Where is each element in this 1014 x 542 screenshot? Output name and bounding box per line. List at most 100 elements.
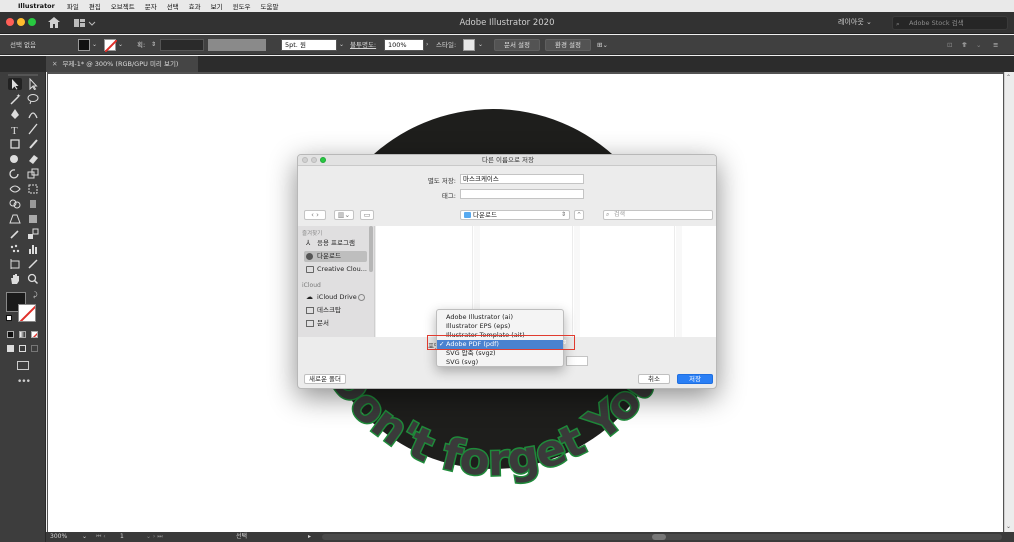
gradient-tool-icon[interactable] (26, 213, 40, 225)
line-segment-tool-icon[interactable] (26, 123, 40, 135)
direct-selection-tool-icon[interactable] (26, 77, 40, 91)
zoom-tool-icon[interactable] (26, 273, 40, 285)
menu-app-name[interactable]: Illustrator (18, 2, 55, 10)
curvature-tool-icon[interactable] (26, 108, 40, 120)
chevron-down-icon[interactable]: ⌄ (82, 532, 87, 542)
width-tool-icon[interactable] (8, 183, 22, 195)
gradient-mode-icon[interactable] (19, 331, 26, 338)
next-artboard-icon[interactable]: ⌄ › ⏭ (146, 532, 163, 542)
stepper-icon[interactable]: ⇕ (151, 39, 156, 51)
sidebar-item-documents[interactable]: 문서 (304, 318, 367, 329)
format-option-svg[interactable]: SVG (svg) (437, 358, 563, 367)
menu-file[interactable]: 파일 (67, 1, 79, 11)
edit-toolbar-icon[interactable]: ••• (17, 377, 31, 387)
color-mode-icon[interactable] (7, 331, 14, 338)
live-paint-tool-icon[interactable] (26, 198, 40, 210)
shaper-tool-icon[interactable] (8, 153, 22, 165)
magic-wand-tool-icon[interactable]: ✦ (8, 93, 22, 105)
draw-inside-icon[interactable] (31, 345, 38, 352)
format-option-ai[interactable]: Adobe Illustrator (ai) (437, 313, 563, 322)
menu-select[interactable]: 선택 (167, 1, 179, 11)
horizontal-scrollbar[interactable] (322, 534, 1002, 540)
column-resize-handle[interactable] (574, 226, 580, 337)
shape-builder-tool-icon[interactable] (8, 198, 22, 210)
scroll-down-arrow-icon[interactable]: ⌄ (1006, 523, 1011, 530)
none-mode-icon[interactable] (31, 331, 38, 338)
pen-tool-icon[interactable] (8, 108, 22, 120)
menu-type[interactable]: 문자 (145, 1, 157, 11)
eraser-tool-icon[interactable] (26, 153, 40, 165)
dialog-minimize-button[interactable] (311, 157, 317, 163)
panel-menu-icon[interactable]: ≡ (993, 39, 998, 51)
swap-fill-stroke-icon[interactable]: ⤸ (33, 291, 37, 300)
column-resize-handle[interactable] (676, 226, 682, 337)
location-select[interactable]: 다운로드 ⇕ (460, 210, 570, 220)
menu-effect[interactable]: 효과 (189, 1, 201, 11)
symbol-sprayer-tool-icon[interactable] (8, 243, 22, 255)
stroke-swatch[interactable] (104, 39, 118, 53)
collapse-dialog-button[interactable]: ⌃ (574, 210, 584, 220)
save-button[interactable]: 저장 (677, 374, 713, 384)
format-option-svgz[interactable]: SVG 압축 (svgz) (437, 349, 563, 358)
opacity-field[interactable]: 100% (384, 39, 424, 51)
rotate-tool-icon[interactable] (8, 168, 22, 180)
chevron-down-icon[interactable]: ⌄ (92, 39, 97, 51)
draw-behind-icon[interactable] (19, 345, 26, 352)
dialog-zoom-button[interactable] (320, 157, 326, 163)
draw-normal-icon[interactable] (7, 345, 14, 352)
dialog-close-button[interactable] (302, 157, 308, 163)
menu-view[interactable]: 보기 (211, 1, 223, 11)
status-indicator[interactable]: 선택 (236, 532, 247, 542)
filename-input[interactable]: 마스크케이스 (460, 174, 584, 184)
column-divider[interactable] (674, 226, 675, 337)
horizontal-scroll-thumb[interactable] (652, 534, 666, 540)
eyedropper-tool-icon[interactable] (8, 228, 22, 240)
artboard-range-field[interactable] (566, 356, 588, 366)
selection-tool-icon[interactable] (8, 78, 22, 90)
sidebar-item-downloads[interactable]: 다운로드 (304, 251, 367, 262)
dialog-search-input[interactable]: ⌕ 검색 (603, 210, 713, 220)
chevron-down-icon[interactable]: ⌄ (976, 39, 981, 51)
layout-dropdown[interactable]: 레이아웃 ⌄ (838, 17, 872, 27)
vertical-scrollbar[interactable]: ⌃ ⌄ (1004, 72, 1014, 532)
hand-tool-icon[interactable] (8, 273, 22, 285)
first-artboard-icon[interactable]: ⏮ ‹ (96, 532, 106, 542)
menu-edit[interactable]: 편집 (89, 1, 101, 11)
status-arrow-icon[interactable]: ▸ (308, 532, 311, 542)
variable-width-profile[interactable] (208, 39, 266, 51)
scale-tool-icon[interactable] (26, 168, 40, 180)
stroke-weight-field[interactable] (160, 39, 204, 51)
fill-swatch[interactable] (78, 39, 90, 51)
opacity-label[interactable]: 불투명도: (350, 39, 376, 51)
column-graph-tool-icon[interactable] (26, 243, 40, 255)
new-folder-button[interactable]: 새로운 폴더 (304, 374, 346, 384)
rectangle-tool-icon[interactable] (8, 138, 22, 150)
format-option-eps[interactable]: Illustrator EPS (eps) (437, 322, 563, 331)
cancel-button[interactable]: 취소 (638, 374, 670, 384)
paintbrush-tool-icon[interactable] (26, 138, 40, 150)
chevron-down-icon[interactable]: ⌄ (478, 39, 483, 51)
artboard-tool-icon[interactable] (8, 258, 22, 270)
graphic-style-swatch[interactable] (463, 39, 475, 51)
menu-window[interactable]: 윈도우 (233, 1, 251, 11)
chevron-down-icon[interactable]: ⌄ (118, 39, 123, 51)
perspective-grid-tool-icon[interactable] (8, 213, 22, 225)
menu-object[interactable]: 오브젝트 (111, 1, 135, 11)
arrange-documents-icon[interactable]: ⊞⌄ (597, 39, 608, 51)
screen-mode-icon[interactable] (17, 361, 29, 370)
sidebar-item-applications[interactable]: ⅄ 응용 프로그램 (304, 238, 367, 249)
menu-help[interactable]: 도움말 (261, 1, 279, 11)
back-forward-buttons[interactable]: ‹ › (304, 210, 326, 220)
chevron-down-icon[interactable]: ⌄ (339, 39, 344, 51)
free-transform-tool-icon[interactable] (26, 183, 40, 195)
lasso-tool-icon[interactable] (26, 93, 40, 105)
default-fill-stroke-icon[interactable] (6, 315, 12, 321)
sidebar-scrollbar[interactable] (369, 226, 373, 272)
adobe-stock-search-input[interactable]: ⌕ Adobe Stock 검색 (892, 16, 1008, 30)
brush-definition-field[interactable]: 5pt. 원 (281, 39, 337, 51)
scroll-up-arrow-icon[interactable]: ⌃ (1006, 74, 1011, 81)
close-tab-icon[interactable]: ✕ (52, 60, 57, 68)
folder-icon[interactable]: ▭ (360, 210, 374, 220)
stroke-color-box[interactable] (18, 304, 36, 322)
panel-grip[interactable] (8, 74, 38, 76)
